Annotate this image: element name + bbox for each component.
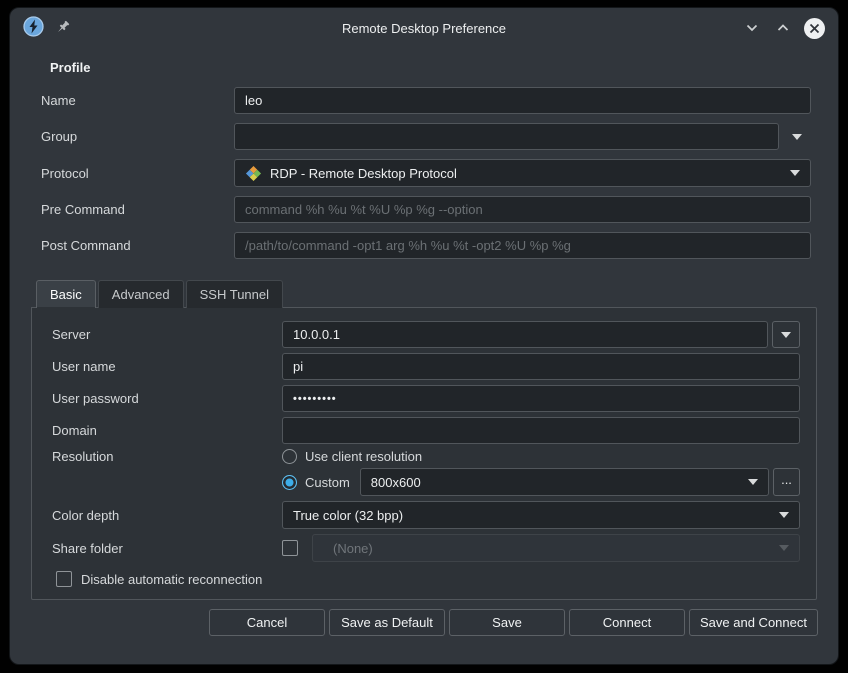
cancel-button[interactable]: Cancel	[209, 609, 325, 636]
pre-command-label: Pre Command	[41, 202, 234, 217]
color-depth-value: True color (32 bpp)	[293, 508, 779, 523]
username-input[interactable]	[282, 353, 800, 380]
protocol-label: Protocol	[41, 166, 234, 181]
use-client-resolution-radio[interactable]	[282, 449, 297, 464]
post-command-row: Post Command	[41, 232, 811, 259]
connect-button[interactable]: Connect	[569, 609, 685, 636]
custom-resolution-label: Custom	[305, 475, 350, 490]
domain-row: Domain	[52, 417, 800, 444]
protocol-row: Protocol RDP - Remote Desktop Protocol	[41, 159, 811, 187]
pin-icon[interactable]	[55, 19, 71, 38]
disable-reconnect-checkbox[interactable]	[56, 571, 72, 587]
color-depth-select[interactable]: True color (32 bpp)	[282, 501, 800, 529]
share-folder-label: Share folder	[52, 541, 282, 556]
custom-resolution-select[interactable]: 800x600	[360, 468, 769, 496]
name-label: Name	[41, 93, 234, 108]
group-row: Group	[41, 123, 811, 150]
share-folder-value: (None)	[333, 541, 779, 556]
rdp-protocol-icon	[245, 165, 262, 182]
post-command-label: Post Command	[41, 238, 234, 253]
remote-desktop-preference-dialog: Remote Desktop Preference	[9, 7, 839, 665]
post-command-input[interactable]	[234, 232, 811, 259]
username-row: User name	[52, 353, 800, 380]
password-label: User password	[52, 391, 282, 406]
name-row: Name	[41, 87, 811, 114]
share-folder-checkbox[interactable]	[282, 540, 298, 556]
tab-basic[interactable]: Basic	[36, 280, 96, 308]
color-depth-label: Color depth	[52, 508, 282, 523]
custom-resolution-row: Custom 800x600 ...	[52, 468, 800, 496]
share-folder-select: (None)	[312, 534, 800, 562]
domain-label: Domain	[52, 423, 282, 438]
titlebar[interactable]: Remote Desktop Preference	[10, 8, 838, 48]
server-input[interactable]	[282, 321, 768, 348]
disable-reconnect-label: Disable automatic reconnection	[81, 572, 262, 587]
group-label: Group	[41, 129, 234, 144]
save-button[interactable]: Save	[449, 609, 565, 636]
chevron-down-icon	[744, 20, 760, 36]
shade-up-button[interactable]	[772, 17, 794, 39]
resolution-label: Resolution	[52, 449, 282, 464]
close-button[interactable]	[803, 17, 825, 39]
username-label: User name	[52, 359, 282, 374]
chevron-up-icon	[775, 20, 791, 36]
protocol-select[interactable]: RDP - Remote Desktop Protocol	[234, 159, 811, 187]
password-row: User password	[52, 385, 800, 412]
pre-command-row: Pre Command	[41, 196, 811, 223]
window-title: Remote Desktop Preference	[10, 21, 838, 36]
color-depth-row: Color depth True color (32 bpp)	[52, 501, 800, 529]
chevron-down-icon	[748, 479, 758, 485]
chevron-down-icon	[779, 512, 789, 518]
shade-down-button[interactable]	[741, 17, 763, 39]
share-folder-row: Share folder (None)	[52, 534, 800, 562]
resolution-more-button[interactable]: ...	[773, 468, 800, 496]
basic-tab-panel: Server User name User password Domain	[31, 307, 817, 600]
custom-resolution-radio[interactable]	[282, 475, 297, 490]
desktop-background: { "window": { "title": "Remote Desktop P…	[0, 0, 848, 673]
chevron-down-icon	[792, 134, 802, 140]
dialog-actions: Cancel Save as Default Save Connect Save…	[10, 600, 838, 636]
domain-input[interactable]	[282, 417, 800, 444]
resolution-row: Resolution Use client resolution	[52, 449, 800, 464]
remmina-app-icon	[23, 16, 44, 40]
chevron-down-icon	[790, 170, 800, 176]
settings-tabbar: Basic Advanced SSH Tunnel	[36, 280, 838, 308]
tab-ssh-tunnel[interactable]: SSH Tunnel	[186, 280, 283, 308]
tab-advanced[interactable]: Advanced	[98, 280, 184, 308]
name-input[interactable]	[234, 87, 811, 114]
server-label: Server	[52, 327, 282, 342]
group-input[interactable]	[234, 123, 779, 150]
password-input[interactable]	[282, 385, 800, 412]
save-as-default-button[interactable]: Save as Default	[329, 609, 445, 636]
use-client-resolution-label: Use client resolution	[305, 449, 422, 464]
pre-command-input[interactable]	[234, 196, 811, 223]
server-row: Server	[52, 321, 800, 348]
close-icon	[804, 18, 825, 39]
profile-section-title: Profile	[50, 60, 811, 75]
save-and-connect-button[interactable]: Save and Connect	[689, 609, 818, 636]
chevron-down-icon	[781, 332, 791, 338]
chevron-down-icon	[779, 545, 789, 551]
custom-resolution-value: 800x600	[371, 475, 748, 490]
disable-reconnect-row: Disable automatic reconnection	[56, 571, 800, 587]
profile-form: Profile Name Group Protocol	[10, 48, 838, 259]
group-dropdown-button[interactable]	[783, 123, 811, 150]
server-dropdown-button[interactable]	[772, 321, 800, 348]
protocol-value: RDP - Remote Desktop Protocol	[270, 166, 790, 181]
